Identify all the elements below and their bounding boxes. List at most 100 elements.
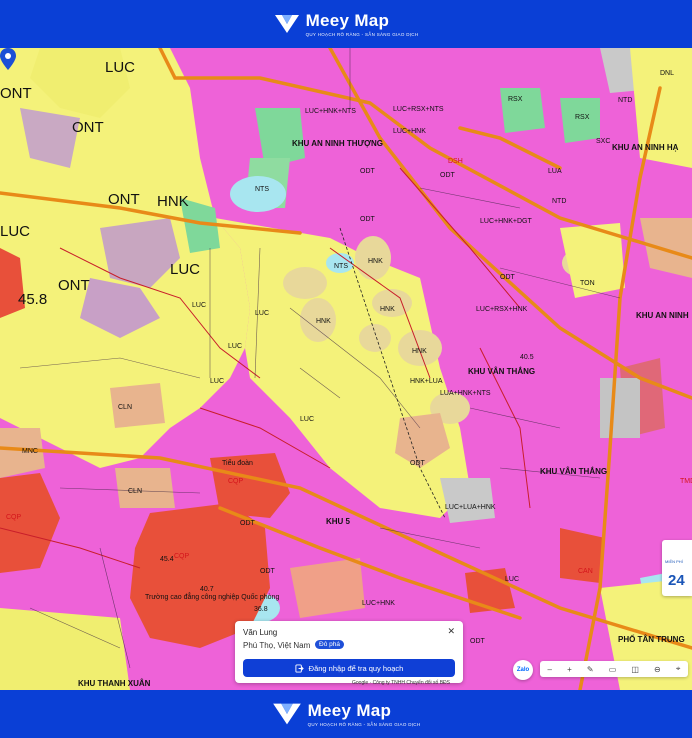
map-label: KHU VÂN THẮNG [468,367,536,376]
login-to-check-planning-button[interactable]: Đăng nhập để tra quy hoạch [243,659,455,677]
map-label: Trường cao đẳng công nghiệp Quốc phòng [145,594,280,601]
map-label: KHU VÂN THẮNG [540,467,608,476]
map-label: 45.8 [18,291,48,308]
map-label: ODT [500,274,515,281]
map-label: LUC [192,302,207,309]
map-label: HNK [368,258,383,265]
map-label: ODT [440,172,455,179]
map-label: LUC+HNK+NTS [305,108,356,115]
header-bar: Meey Map QUY HOẠCH RÕ RÀNG - SẴN SÀNG GI… [0,0,692,48]
map-label: KHU 5 [326,517,351,526]
map-label: LUC+RSX+HNK [476,306,528,313]
map-label: LUC+LUA+HNK [445,504,496,511]
side-badge-text: MIỄN PHÍ [665,559,683,564]
zoom-in-button[interactable]: + [567,665,572,674]
brand-logo[interactable]: Meey Map QUY HOẠCH RÕ RÀNG - SẴN SÀNG GI… [274,11,419,37]
footer-brand-logo[interactable]: Meey Map QUY HOẠCH RÕ RÀNG - SẴN SÀNG GI… [272,701,421,727]
place-subtitle: Phú Thọ, Việt Nam [243,641,311,650]
map-label: LUC [255,310,270,317]
meey-logo-icon [272,703,301,725]
map-label: RSX [508,96,523,103]
map-label: KHU AN NINH [636,311,689,320]
map-label: CAN [578,568,593,575]
map-label: LUC [210,378,225,385]
locate-me-button[interactable]: ⌖ [676,664,681,674]
map-label: KHU THANH XUÂN [78,679,151,688]
side-promo-badge[interactable]: MIỄN PHÍ 24 [662,540,692,596]
footer-brand-name: Meey Map [307,701,392,720]
map-toolbar: – + ✎ ▭ ◫ ⊖ ⌖ [540,661,688,677]
close-icon[interactable]: ✕ [447,626,455,637]
brand-name: Meey Map [305,11,390,30]
compare-view-button[interactable]: ◫ [631,665,639,674]
map-label: NTS [255,186,269,193]
zoom-out-button[interactable]: – [548,665,552,674]
map-label: ONT [0,85,32,102]
map-label: ODT [260,568,275,575]
map-label: HNK+LUA [410,378,443,385]
login-icon [295,663,304,673]
map-label: LUA [548,168,562,175]
measure-tool-button[interactable]: ▭ [609,665,617,674]
side-badge-number: 24 [668,572,685,589]
map-label: ONT [72,119,104,136]
location-pin-icon[interactable] [0,48,16,70]
map-label: TON [580,280,595,287]
map-label: LUC+HNK+DGT [480,218,532,225]
map-label: LUC+HNK [393,128,426,135]
footer-brand-tagline: QUY HOẠCH RÕ RÀNG - SẴN SÀNG GIAO DỊCH [307,722,421,727]
map-label: 40.7 [200,586,214,593]
map-label: PHỐ TÂN TRUNG [618,635,685,644]
map-label: LUC+RSX+NTS [393,106,444,113]
map-label: DNL [660,70,675,77]
map-label: ODT [240,520,255,527]
place-badge[interactable]: Đô phá [315,640,344,649]
map-label: CLN [128,488,143,495]
map-label: CQP [174,553,190,560]
map-label: 45.4 [160,556,174,563]
map-label: SXC [596,138,611,145]
map-label: LUC [228,343,243,350]
map-label: LUC [505,576,520,583]
zalo-label: Zalo [516,667,530,673]
meey-logo-icon [274,15,299,33]
map-label: HNK [316,318,331,325]
map-label: LUC [170,261,201,278]
map-label: CLN [118,404,133,411]
map-label: CQP [228,478,244,485]
map-label: ODT [360,216,375,223]
map-label: KHU AN NINH THƯỢNG [292,139,383,148]
map-label: LUC [105,59,136,76]
map-label: HNK [380,306,395,313]
place-info-card: Văn Lung Phú Thọ, Việt Nam Đô phá ✕ Đăng… [235,621,463,683]
map-label: LUC+HNK [362,600,395,607]
login-button-label: Đăng nhập để tra quy hoạch [308,663,404,673]
map-label: 40.5 [520,354,534,361]
map-label: ODT [470,638,485,645]
place-title: Văn Lung [243,628,278,637]
map-label: NTD [552,198,567,205]
map-label: TMD [680,478,692,485]
footer-bar: Meey Map QUY HOẠCH RÕ RÀNG - SẴN SÀNG GI… [0,690,692,738]
zalo-chat-button[interactable]: Zalo [513,660,533,680]
map-label: RSX [575,114,590,121]
map-label: MNC [22,448,38,455]
map-label: ONT [108,191,140,208]
brand-tagline: QUY HOẠCH RÕ RÀNG - SẴN SÀNG GIAO DỊCH [305,32,419,37]
layers-button[interactable]: ⊖ [654,665,661,674]
map-attribution: Google · Công ty TNHH Chuyển đổi số BĐS [352,680,451,686]
map-label: HNK [412,348,427,355]
map-label: LUC [300,416,315,423]
map-label: CQP [6,514,22,521]
map-label: NTD [618,97,633,104]
map-label: NTS [334,263,348,270]
map-label: DSH [448,158,463,165]
map-label: LUA+HNK+NTS [440,390,491,397]
planning-map[interactable]: LUC ONT ONT ONT HNK LUC LUC ONT 45.8 KHU AN NINH … [0,48,692,690]
draw-tool-button[interactable]: ✎ [587,665,594,674]
map-label: KHU AN NINH HẠ [612,143,679,152]
map-label: HNK [157,193,189,210]
map-label: Tiểu đoàn [222,460,253,467]
map-label: 36.8 [254,606,268,613]
map-label: ODT [410,460,425,467]
